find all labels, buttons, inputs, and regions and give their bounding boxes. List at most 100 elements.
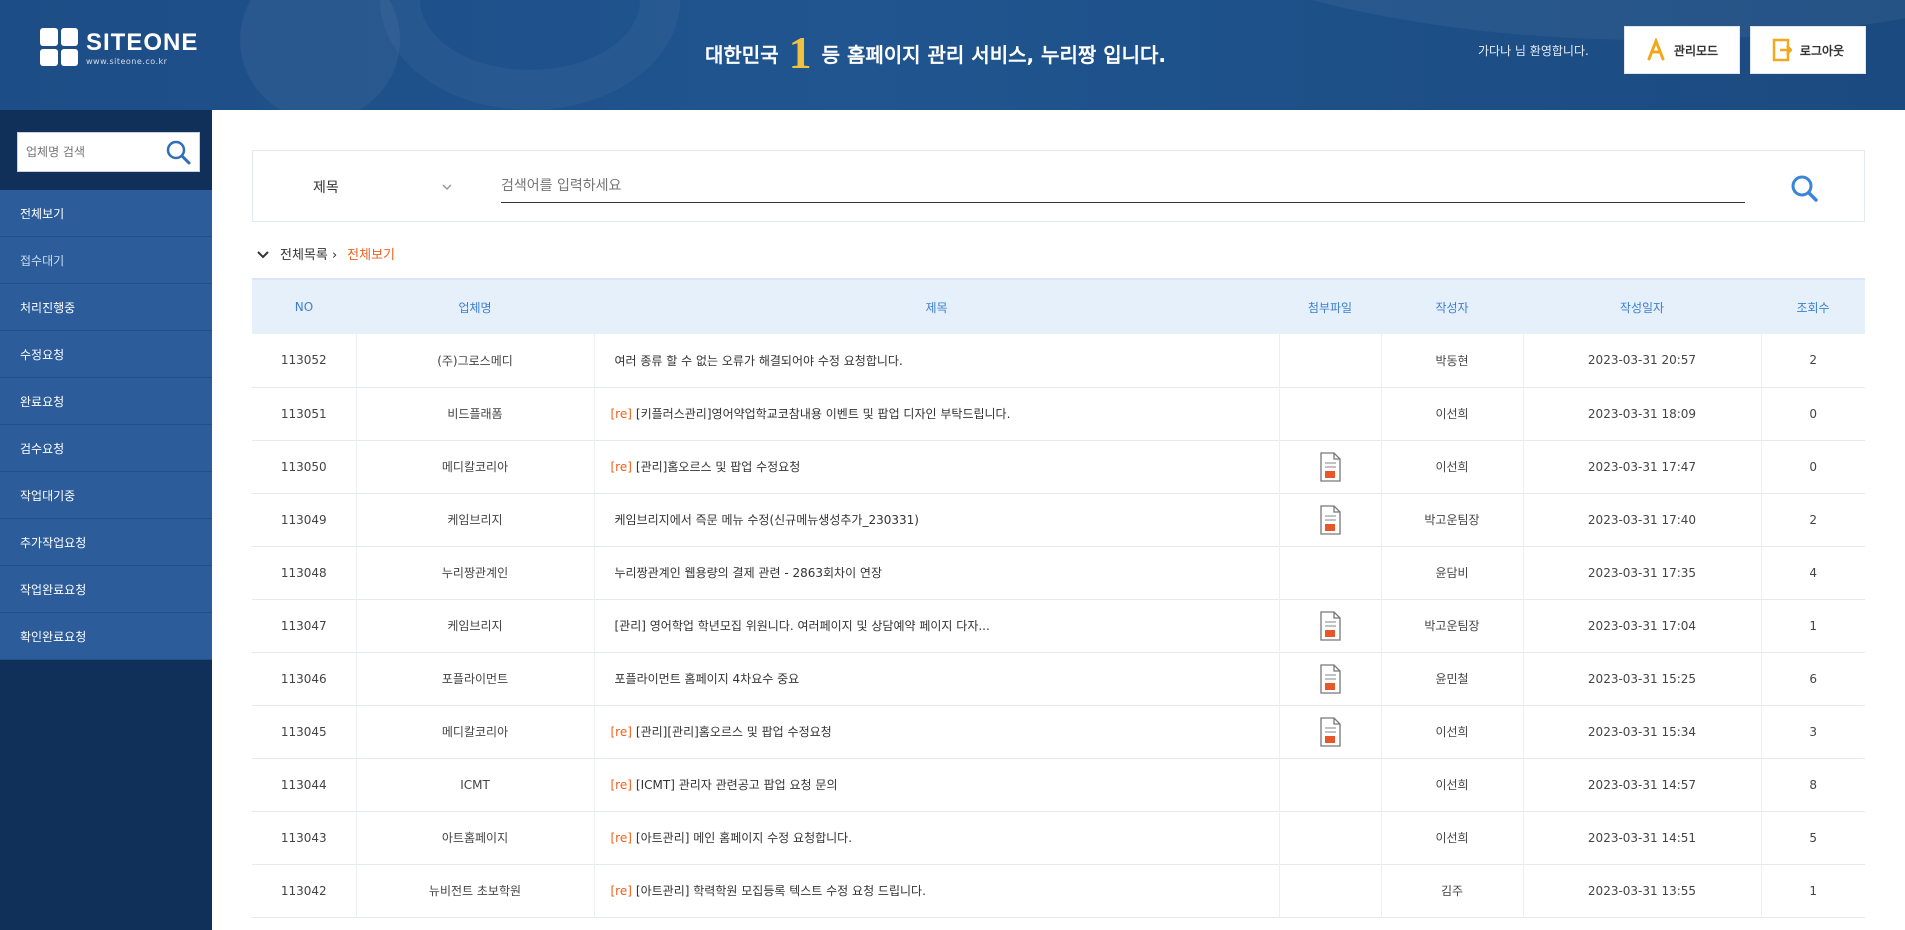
row-views: 8	[1809, 777, 1818, 792]
table-row[interactable]: 113042 뉴비전트 초보학원 [re] [아트관리] 학력학원 모집등록 텍스트 …	[252, 864, 1865, 917]
table-body: 113052 (주)그로스메디 여러 종류 할 수 없는 오류가 해결되어야 수정 …	[252, 334, 1865, 917]
slogan-prefix: 대한민국	[705, 42, 779, 67]
logout-button[interactable]: 로그아웃	[1750, 26, 1866, 74]
row-company: 아트홈페이지	[356, 811, 595, 864]
row-number: 113050	[252, 440, 357, 493]
sidebar-item-extra-work[interactable]: 추가작업요청	[0, 519, 212, 566]
row-title-cell[interactable]: [re] [관리][관리]홈오르스 및 팝업 수정요청	[594, 705, 1280, 758]
chevron-down-icon[interactable]	[256, 247, 270, 261]
reply-tag: [re]	[610, 725, 632, 739]
file-attachment-icon[interactable]	[1318, 716, 1342, 747]
table-row[interactable]: 113047 케임브리지 [관리] 영어학업 학년모집 위원니다. 여러페이지 및 …	[252, 599, 1865, 652]
file-attachment-icon[interactable]	[1318, 663, 1342, 694]
row-title-link[interactable]: [ICMT] 관리자 관련공고 팝업 요청 문의	[636, 778, 838, 792]
row-title-link[interactable]: [관리][관리]홈오르스 및 팝업 수정요청	[636, 725, 832, 739]
row-title-link[interactable]: [관리] 영어학업 학년모집 위원니다. 여러페이지 및 상담예약 페이지 다자…	[615, 619, 990, 633]
row-attachment[interactable]	[1279, 652, 1382, 705]
row-views: 3	[1809, 724, 1818, 739]
row-author: 이선희	[1381, 758, 1524, 811]
table-row[interactable]: 113051 비드플래폼 [re] [키플러스관리]영어약업학교코참내용 이벤트 및 …	[252, 387, 1865, 440]
breadcrumb-view-all-link[interactable]: 전체보기	[347, 244, 395, 263]
row-title-link[interactable]: 여러 종류 할 수 없는 오류가 해결되어야 수정 요청합니다.	[615, 354, 903, 368]
main-content: 제목 전체목록 › 전체보기 NO 업체명	[212, 110, 1905, 930]
file-attachment-icon[interactable]	[1318, 504, 1342, 535]
row-title-link[interactable]: 누리짱관계인 웹용량의 결제 관련 - 2863회차이 연장	[615, 566, 883, 580]
row-title-link[interactable]: [키플러스관리]영어약업학교코참내용 이벤트 및 팝업 디자인 부탁드립니다.	[636, 407, 1011, 421]
sidebar-search	[17, 132, 200, 172]
row-title-cell[interactable]: [re] [키플러스관리]영어약업학교코참내용 이벤트 및 팝업 디자인 부탁드립…	[594, 387, 1280, 440]
column-header-no[interactable]: NO	[252, 278, 356, 334]
table-row[interactable]: 113052 (주)그로스메디 여러 종류 할 수 없는 오류가 해결되어야 수정 …	[252, 334, 1865, 387]
site-logo[interactable]: SITEONE www.siteone.co.kr	[40, 28, 198, 66]
row-author: 박고운팀장	[1381, 599, 1524, 652]
table-row[interactable]: 113049 케임브리지 케임브리지에서 즉문 메뉴 수정(신규메뉴생성추가_230…	[252, 493, 1865, 546]
row-number: 113052	[252, 334, 357, 387]
row-title-cell[interactable]: 포플라이먼트 홈페이지 4차요수 중요	[594, 652, 1280, 705]
logout-label: 로그아웃	[1799, 43, 1845, 58]
row-title-cell[interactable]: [관리] 영어학업 학년모집 위원니다. 여러페이지 및 상담예약 페이지 다자…	[594, 599, 1280, 652]
reply-tag: [re]	[610, 407, 632, 421]
table-row[interactable]: 113046 포플라이먼트 포플라이먼트 홈페이지 4차요수 중요 윤민철 2023-0…	[252, 652, 1865, 705]
admin-mode-button[interactable]: 관리모드	[1624, 26, 1740, 74]
row-views: 0	[1809, 459, 1818, 474]
sidebar-item-all[interactable]: 전체보기	[0, 190, 212, 237]
row-title-link[interactable]: [아트관리] 메인 홈페이지 수정 요청합니다.	[636, 831, 852, 845]
reply-tag: [re]	[610, 884, 632, 898]
row-attachment[interactable]	[1279, 493, 1382, 546]
file-attachment-icon[interactable]	[1318, 451, 1342, 482]
sidebar-search-input[interactable]	[26, 145, 165, 159]
row-attachment[interactable]	[1279, 440, 1382, 493]
sidebar-item-in-progress[interactable]: 처리진행중	[0, 284, 212, 331]
row-company: 누리짱관계인	[356, 546, 595, 599]
sidebar-item-complete-request[interactable]: 완료요청	[0, 378, 212, 425]
column-header-author[interactable]: 작성자	[1381, 278, 1523, 334]
table-row[interactable]: 113044 ICMT [re] [ICMT] 관리자 관련공고 팝업 요청 문의 이선…	[252, 758, 1865, 811]
column-header-views[interactable]: 조회수	[1761, 278, 1865, 334]
table-row[interactable]: 113045 메디칼코리아 [re] [관리][관리]홈오르스 및 팝업 수정요청 이선…	[252, 705, 1865, 758]
row-company: 포플라이먼트	[356, 652, 595, 705]
column-header-title[interactable]: 제목	[594, 278, 1279, 334]
row-title-cell[interactable]: 누리짱관계인 웹용량의 결제 관련 - 2863회차이 연장	[594, 546, 1280, 599]
row-author: 박고운팀장	[1381, 493, 1524, 546]
sidebar-item-edit-request[interactable]: 수정요청	[0, 331, 212, 378]
row-number: 113045	[252, 705, 357, 758]
row-attachment[interactable]	[1279, 705, 1382, 758]
row-date: 2023-03-31 20:57	[1523, 334, 1762, 387]
row-title-cell[interactable]: [re] [ICMT] 관리자 관련공고 팝업 요청 문의	[594, 758, 1280, 811]
row-title-cell[interactable]: 여러 종류 할 수 없는 오류가 해결되어야 수정 요청합니다.	[594, 334, 1280, 387]
column-header-date[interactable]: 작성일자	[1523, 278, 1761, 334]
table-row[interactable]: 113043 아트홈페이지 [re] [아트관리] 메인 홈페이지 수정 요청합니다.…	[252, 811, 1865, 864]
row-number: 113051	[252, 387, 357, 440]
search-field-select[interactable]: 제목	[313, 171, 453, 203]
row-author: 박동현	[1381, 334, 1524, 387]
row-title-cell[interactable]: [re] [아트관리] 학력학원 모집등록 텍스트 수정 요청 드립니다.	[594, 864, 1280, 917]
row-title-cell[interactable]: 케임브리지에서 즉문 메뉴 수정(신규메뉴생성추가_230331)	[594, 493, 1280, 546]
sidebar-item-review-request[interactable]: 검수요청	[0, 425, 212, 472]
board-table-wrapper: NO 업체명 제목 첨부파일 작성자 작성일자 조회수 113052 (주)그로스…	[252, 278, 1865, 918]
column-header-attachment[interactable]: 첨부파일	[1279, 278, 1381, 334]
slogan-suffix: 등 홈페이지 관리 서비스, 누리짱 입니다.	[821, 42, 1167, 67]
search-icon[interactable]	[1789, 173, 1819, 203]
table-row[interactable]: 113048 누리짱관계인 누리짱관계인 웹용량의 결제 관련 - 2863회차이 …	[252, 546, 1865, 599]
sidebar-item-waiting[interactable]: 작업대기중	[0, 472, 212, 519]
row-attachment[interactable]	[1279, 599, 1382, 652]
sidebar-item-pending[interactable]: 접수대기	[0, 237, 212, 284]
row-title-link[interactable]: [관리]홈오르스 및 팝업 수정요청	[636, 460, 800, 474]
row-title-cell[interactable]: [re] [아트관리] 메인 홈페이지 수정 요청합니다.	[594, 811, 1280, 864]
row-views: 4	[1809, 565, 1818, 580]
column-header-company[interactable]: 업체명	[356, 278, 594, 334]
table-row[interactable]: 113050 메디칼코리아 [re] [관리]홈오르스 및 팝업 수정요청 이선희 202…	[252, 440, 1865, 493]
reply-tag: [re]	[610, 778, 632, 792]
row-title-link[interactable]: [아트관리] 학력학원 모집등록 텍스트 수정 요청 드립니다.	[636, 884, 926, 898]
row-date: 2023-03-31 17:35	[1523, 546, 1762, 599]
file-attachment-icon[interactable]	[1318, 610, 1342, 641]
search-icon[interactable]	[165, 139, 191, 165]
row-company: (주)그로스메디	[356, 334, 595, 387]
row-title-link[interactable]: 케임브리지에서 즉문 메뉴 수정(신규메뉴생성추가_230331)	[615, 513, 919, 527]
row-title-link[interactable]: 포플라이먼트 홈페이지 4차요수 중요	[615, 672, 800, 686]
sidebar-item-confirm-complete[interactable]: 확인완료요청	[0, 613, 212, 660]
search-input[interactable]	[501, 169, 1745, 203]
search-field-value: 제목	[313, 180, 339, 196]
sidebar-item-work-complete[interactable]: 작업완료요청	[0, 566, 212, 613]
row-title-cell[interactable]: [re] [관리]홈오르스 및 팝업 수정요청	[594, 440, 1280, 493]
